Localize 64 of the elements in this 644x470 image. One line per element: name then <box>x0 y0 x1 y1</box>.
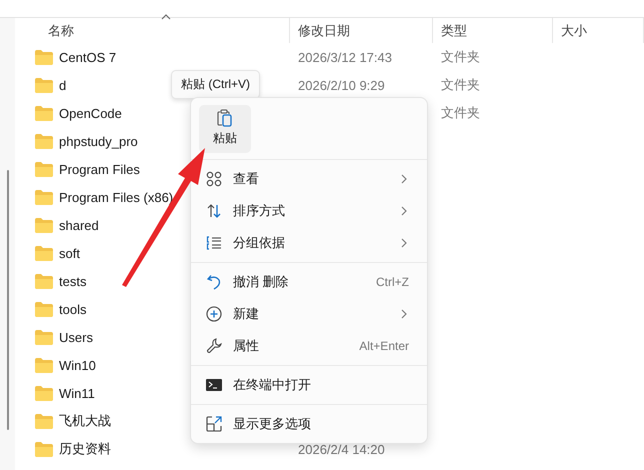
folder-icon <box>35 218 53 232</box>
file-name[interactable]: 飞机大战 <box>59 412 111 430</box>
modified-date: 2026/2/10 9:29 <box>298 78 385 92</box>
file-name[interactable]: Win10 <box>59 358 96 372</box>
file-name[interactable]: tools <box>59 302 86 316</box>
file-name[interactable]: Program Files (x86) <box>59 190 174 204</box>
folder-icon <box>35 190 53 204</box>
clipboard-icon <box>217 109 233 127</box>
chevron-right-icon <box>401 174 407 184</box>
file-type: 文件夹 <box>441 49 480 64</box>
file-name[interactable]: OpenCode <box>59 106 122 120</box>
file-name[interactable]: phpstudy_pro <box>59 134 138 148</box>
folder-icon <box>35 162 53 176</box>
file-name[interactable]: soft <box>59 246 80 260</box>
file-name[interactable]: shared <box>59 218 99 232</box>
modified-date: 2026/2/4 14:20 <box>298 442 385 456</box>
file-name[interactable]: tests <box>59 274 86 288</box>
sort-caret-icon <box>161 14 171 20</box>
menu-item[interactable]: 分组依据 <box>191 227 427 259</box>
file-name[interactable]: Users <box>59 330 93 344</box>
file-type: 文件夹 <box>441 77 480 92</box>
plus-circle-icon <box>206 306 222 322</box>
file-name[interactable]: Program Files <box>59 162 140 176</box>
column-header[interactable]: 类型 <box>433 18 553 43</box>
chevron-right-icon <box>401 206 407 216</box>
folder-icon <box>35 330 53 344</box>
menu-item[interactable]: 新建 <box>191 298 427 330</box>
file-name[interactable]: CentOS 7 <box>59 50 116 64</box>
file-name[interactable]: 历史资料 <box>59 440 111 458</box>
file-type: 文件夹 <box>441 105 480 120</box>
expand-icon <box>206 416 222 432</box>
chevron-right-icon <box>401 309 407 319</box>
folder-icon <box>35 78 53 92</box>
file-name[interactable]: Win11 <box>59 386 95 400</box>
menu-item[interactable]: 撤消 删除 Ctrl+Z <box>191 266 427 298</box>
terminal-icon <box>206 378 222 392</box>
folder-icon <box>35 414 53 428</box>
column-header[interactable]: 修改日期 <box>290 18 433 43</box>
folder-icon <box>35 246 53 260</box>
folder-icon <box>35 358 53 372</box>
list-icon <box>206 235 222 251</box>
tooltip: 粘贴 (Ctrl+V) <box>171 70 260 99</box>
folder-icon <box>35 134 53 148</box>
menu-item[interactable]: 排序方式 <box>191 195 427 227</box>
folder-icon <box>35 106 53 120</box>
folder-icon <box>35 386 53 400</box>
folder-icon <box>35 302 53 316</box>
file-name[interactable]: d <box>59 78 66 92</box>
wrench-icon <box>206 338 222 354</box>
menu-item[interactable]: 属性 Alt+Enter <box>191 330 427 362</box>
modified-date: 2026/3/12 17:43 <box>298 50 392 64</box>
undo-icon <box>206 274 222 290</box>
scrollbar[interactable] <box>6 170 8 430</box>
menu-item[interactable]: 在终端中打开 <box>191 369 427 401</box>
menu-item[interactable]: 显示更多选项 <box>191 408 427 440</box>
sort-arrows-icon <box>206 203 222 219</box>
grid-icon <box>206 171 222 187</box>
column-header[interactable]: 名称 <box>15 18 290 43</box>
folder-icon <box>35 442 53 456</box>
chevron-right-icon <box>401 238 407 248</box>
paste-button[interactable]: 粘贴 <box>199 105 251 153</box>
folder-icon <box>35 50 53 64</box>
folder-icon <box>35 274 53 288</box>
column-header[interactable]: 大小 <box>553 18 644 43</box>
